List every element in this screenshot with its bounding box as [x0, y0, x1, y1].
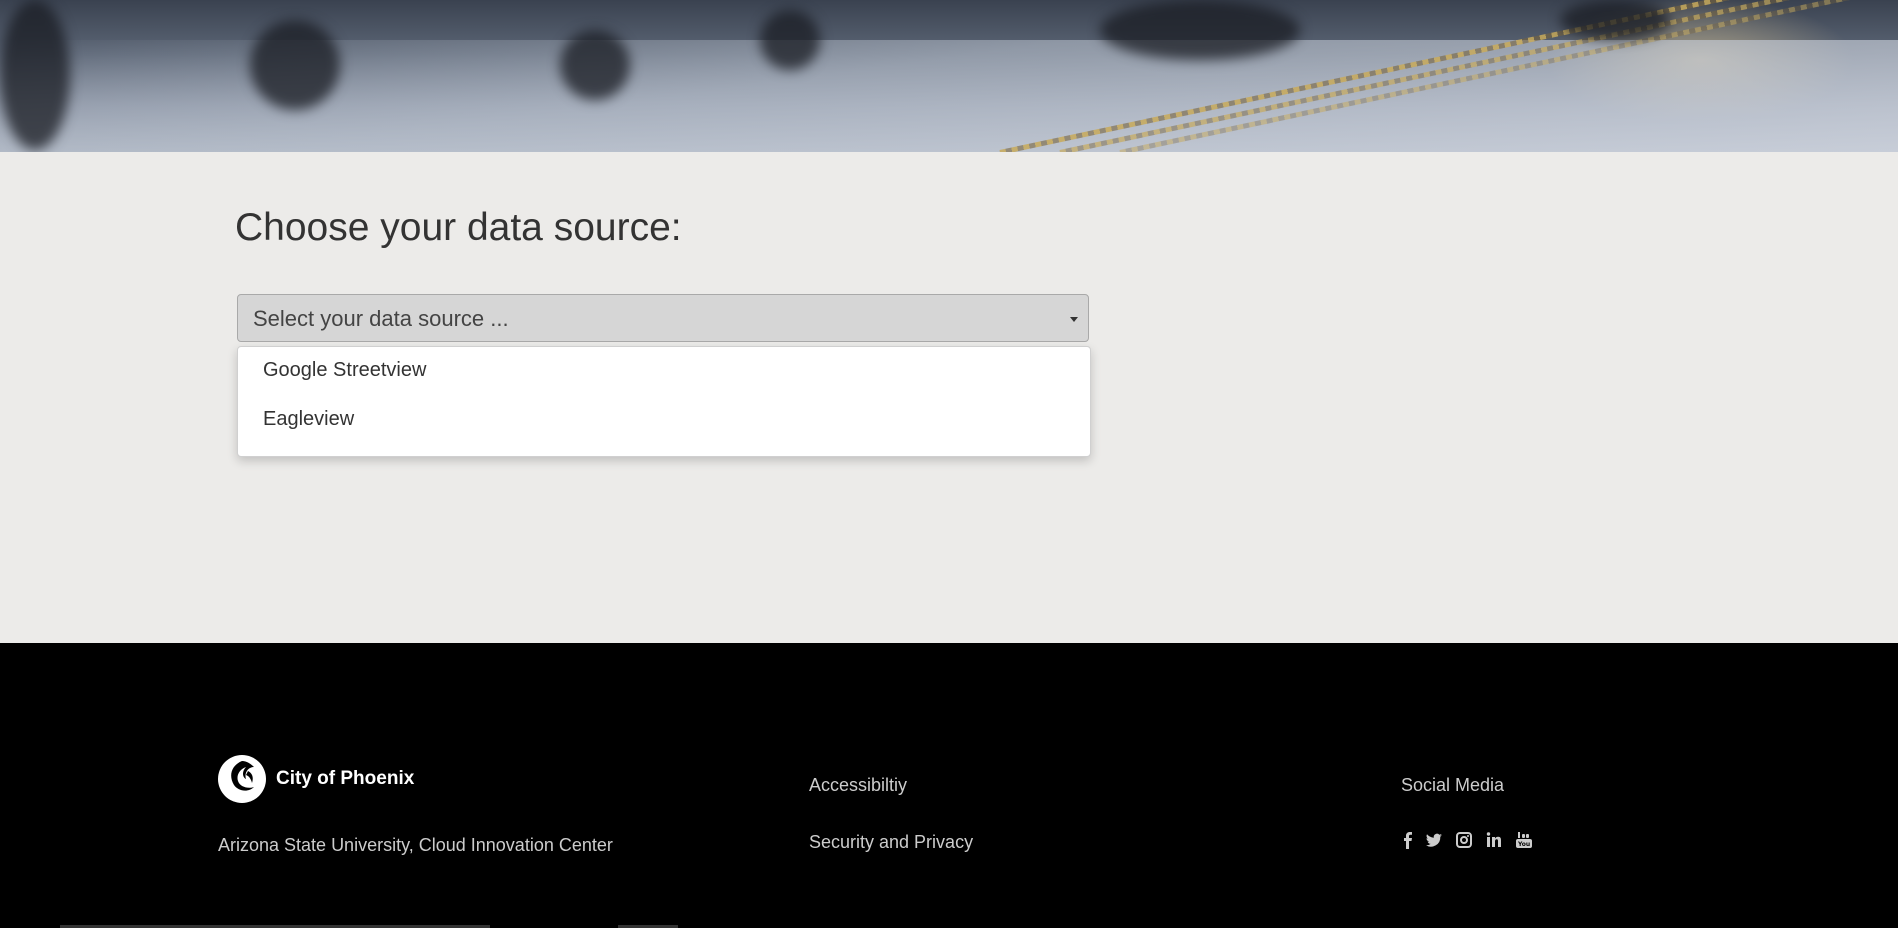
- phoenix-bird-icon: [218, 755, 266, 803]
- data-source-select-placeholder: Select your data source ...: [253, 306, 509, 331]
- linkedin-icon[interactable]: [1485, 831, 1503, 849]
- page-title: Choose your data source:: [235, 206, 682, 249]
- logo-text: City of Phoenix: [276, 768, 415, 789]
- main-content: Choose your data source: Select your dat…: [0, 152, 1898, 643]
- svg-text:You: You: [1517, 841, 1530, 848]
- footer: City of Phoenix Arizona State University…: [0, 643, 1898, 928]
- city-of-phoenix-logo[interactable]: City of Phoenix: [218, 755, 414, 803]
- accessibility-link[interactable]: Accessibiltiy: [809, 775, 907, 796]
- social-media-heading: Social Media: [1401, 775, 1505, 795]
- security-privacy-link[interactable]: Security and Privacy: [809, 832, 973, 853]
- instagram-icon[interactable]: [1455, 831, 1473, 849]
- twitter-icon[interactable]: [1425, 831, 1443, 849]
- youtube-icon[interactable]: You: [1515, 831, 1533, 849]
- facebook-icon[interactable]: [1401, 831, 1413, 849]
- option-eagleview[interactable]: Eagleview: [263, 408, 354, 431]
- data-source-dropdown-menu: Google Streetview Eagleview: [237, 346, 1091, 457]
- social-icons: You: [1401, 831, 1533, 849]
- chevron-down-icon: [1070, 317, 1078, 322]
- option-google-streetview[interactable]: Google Streetview: [263, 359, 426, 382]
- hero-banner-image: [0, 0, 1898, 152]
- organization-text: Arizona State University, Cloud Innovati…: [218, 835, 613, 855]
- data-source-select[interactable]: Select your data source ...: [237, 294, 1089, 342]
